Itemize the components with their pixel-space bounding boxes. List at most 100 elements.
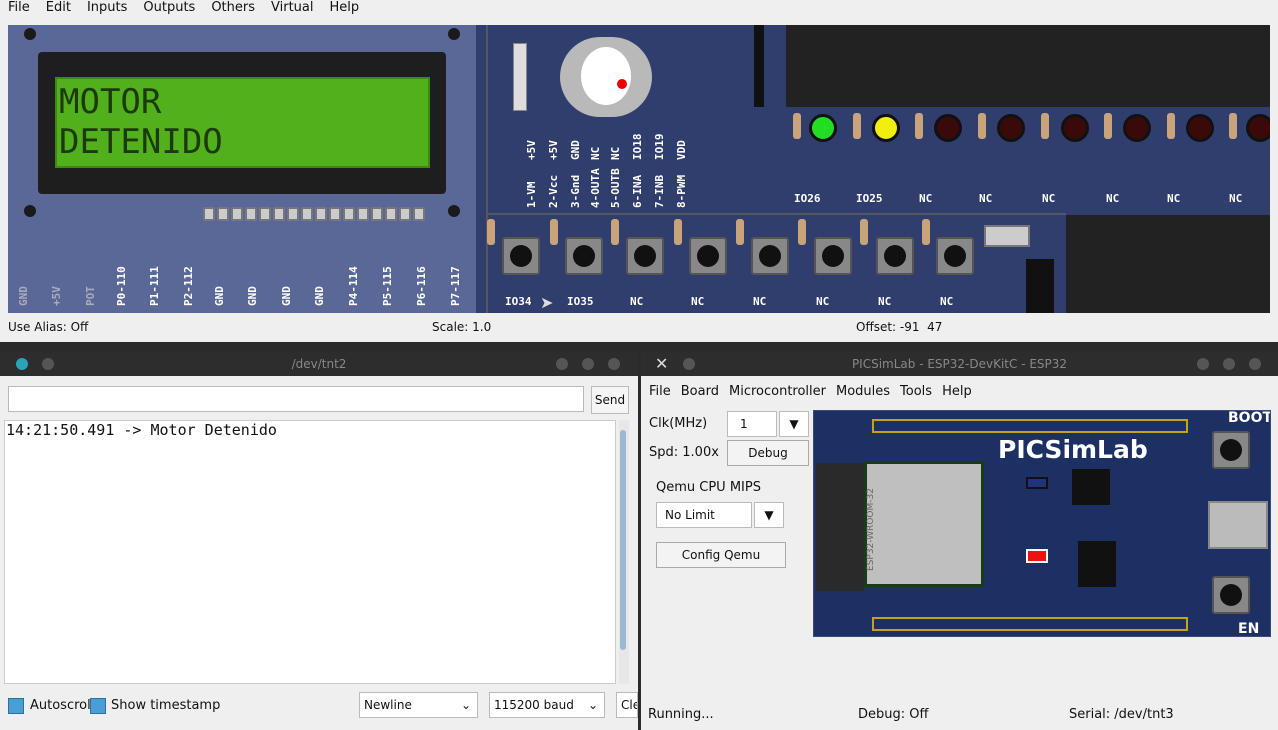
pin-label: P4-114 (347, 266, 360, 306)
clear-output-button[interactable]: Cle (616, 692, 638, 718)
driver-label: IO18 (631, 133, 644, 161)
menu-file[interactable]: File (0, 0, 38, 18)
mouse-cursor-icon: ➤ (540, 293, 554, 312)
menu-microcontroller[interactable]: Microcontroller (725, 380, 830, 404)
picsim-titlebar: ✕ PICSimLab - ESP32-DevKitC - ESP32 (641, 352, 1278, 376)
slider[interactable] (513, 43, 527, 111)
resistor (611, 219, 619, 245)
timestamp-checkbox[interactable] (90, 698, 106, 714)
scroll-thumb[interactable] (620, 430, 626, 650)
picsim-title: PICSimLab - ESP32-DevKitC - ESP32 (851, 357, 1068, 371)
usb-port (1208, 501, 1268, 549)
led-label: NC (919, 192, 933, 205)
driver-pin-label: 5-OUTB (609, 168, 622, 208)
window-dot-icon (42, 358, 54, 370)
resistor (736, 219, 744, 245)
lcd-screen: MOTOR DETENIDO (55, 77, 430, 168)
led-label: NC (1042, 192, 1056, 205)
push-button-nc[interactable] (814, 237, 852, 275)
led-label: NC (1167, 192, 1181, 205)
maximize-icon[interactable] (1223, 358, 1235, 370)
push-button-nc[interactable] (876, 237, 914, 275)
pin-label: P0-110 (115, 266, 128, 306)
driver-pin-label: 8-PWM (675, 174, 688, 208)
menu-board[interactable]: Board (677, 380, 723, 404)
menu-others[interactable]: Others (203, 0, 263, 18)
toggle-switch[interactable] (984, 225, 1030, 247)
autoscroll-checkbox[interactable] (8, 698, 24, 714)
pin-header (1026, 259, 1054, 313)
serial-titlebar: /dev/tnt2 (0, 352, 638, 376)
led-label: IO25 (856, 192, 883, 205)
clk-value: 1 (740, 417, 748, 431)
serial-title: /dev/tnt2 (291, 357, 347, 371)
qemu-mips-select[interactable]: No Limit (656, 502, 752, 528)
driver-pin-label: 6-INA (631, 174, 644, 208)
push-button-nc[interactable] (936, 237, 974, 275)
alias-status: Use Alias: Off (8, 320, 89, 334)
serial-console[interactable]: 14:21:50.491 -> Motor Detenido (4, 420, 616, 684)
menu-edit[interactable]: Edit (38, 0, 79, 18)
empty-slot (1066, 215, 1270, 313)
menu-file[interactable]: File (645, 380, 675, 404)
button-label: NC (816, 295, 830, 308)
driver-label: IO19 (653, 133, 666, 161)
run-status: Running... (648, 707, 714, 722)
push-button-nc[interactable] (689, 237, 727, 275)
menu-help[interactable]: Help (322, 0, 368, 18)
menu-modules[interactable]: Modules (832, 380, 894, 404)
menu-outputs[interactable]: Outputs (135, 0, 203, 18)
push-button-nc[interactable] (626, 237, 664, 275)
menu-virtual[interactable]: Virtual (263, 0, 321, 18)
menu-help[interactable]: Help (938, 380, 976, 404)
en-button[interactable] (1212, 576, 1250, 614)
menu-tools[interactable]: Tools (896, 380, 936, 404)
minimize-icon[interactable] (556, 358, 568, 370)
console-line: 14:21:50.491 -> Motor Detenido (6, 421, 277, 439)
push-button-io35[interactable] (565, 237, 603, 275)
mount-hole (448, 28, 460, 40)
led-status (1026, 549, 1048, 563)
driver-label: +5V (547, 140, 560, 160)
close-icon[interactable] (1249, 358, 1261, 370)
lcd-module[interactable]: MOTOR DETENIDO (8, 25, 476, 313)
resistor (978, 113, 986, 139)
boot-label: BOOT (1228, 410, 1271, 426)
resistor (853, 113, 861, 139)
debug-button[interactable]: Debug (727, 440, 809, 466)
clk-input[interactable]: 1 (727, 411, 777, 437)
driver-label: NC (609, 146, 622, 160)
console-scrollbar[interactable] (619, 420, 629, 684)
resistor (550, 219, 558, 245)
mount-hole (448, 205, 460, 217)
chevron-down-icon: ⌄ (587, 698, 598, 712)
offset-status: Offset: -91 47 (856, 320, 943, 334)
clk-dropdown[interactable]: ▼ (779, 411, 809, 437)
led-nc (1123, 114, 1151, 142)
close-icon[interactable] (608, 358, 620, 370)
line-ending-select[interactable]: Newline ⌄ (359, 692, 478, 718)
send-input[interactable] (8, 386, 584, 412)
bottom-pin-header (872, 617, 1188, 631)
clk-label: Clk(MHz) (649, 416, 708, 431)
minimize-icon[interactable] (1197, 358, 1209, 370)
debug-status: Debug: Off (858, 707, 929, 722)
baud-select[interactable]: 115200 baud ⌄ (489, 692, 605, 718)
parts-canvas[interactable]: MOTOR DETENIDO GND +5V POT P0-110 P1-111… (8, 25, 1270, 313)
qemu-dropdown[interactable]: ▼ (754, 502, 784, 528)
maximize-icon[interactable] (582, 358, 594, 370)
app-icon (16, 358, 28, 370)
send-button[interactable]: Send (591, 386, 629, 414)
pin-label: GND (246, 286, 259, 306)
close-icon[interactable]: ✕ (655, 352, 668, 376)
button-label: NC (691, 295, 705, 308)
push-button-io34[interactable] (502, 237, 540, 275)
driver-pin-label: 1-VM (525, 181, 538, 209)
config-qemu-button[interactable]: Config Qemu (656, 542, 786, 568)
resistor (860, 219, 868, 245)
menu-inputs[interactable]: Inputs (79, 0, 135, 18)
boot-button[interactable] (1212, 431, 1250, 469)
esp32-board[interactable]: PICSimLab ESP32-WROOM-32 BOOT EN (813, 410, 1271, 637)
resistor (1229, 113, 1237, 139)
push-button-nc[interactable] (751, 237, 789, 275)
